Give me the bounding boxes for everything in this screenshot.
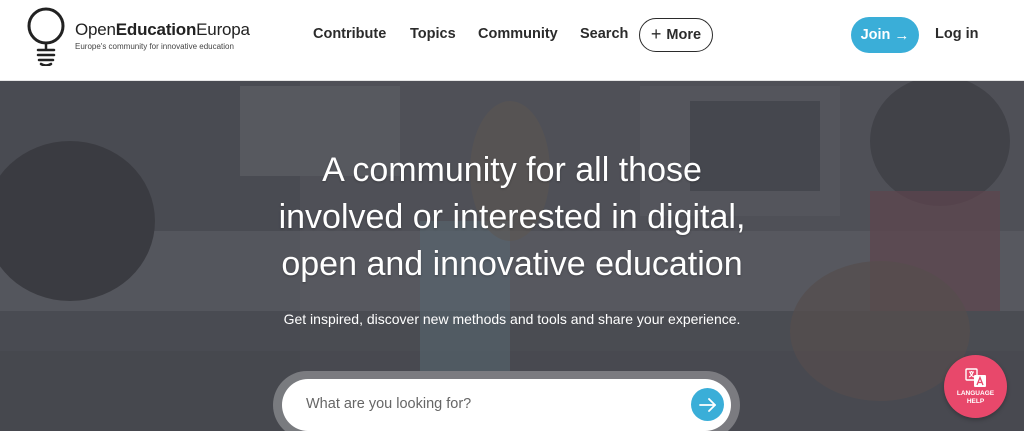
nav-item-contribute[interactable]: Contribute — [313, 26, 386, 42]
search-submit-button[interactable] — [691, 388, 724, 421]
hero-title: A community for all those involved or in… — [212, 147, 812, 288]
search-container — [273, 371, 740, 431]
hero-title-line: A community for all those — [322, 151, 702, 189]
search-box — [282, 379, 731, 431]
arrow-right-icon — [698, 397, 716, 412]
translate-icon — [964, 367, 986, 387]
more-button[interactable]: + More — [639, 18, 713, 52]
hero-subtitle: Get inspired, discover new methods and t… — [283, 311, 741, 327]
nav-item-search[interactable]: Search — [580, 26, 628, 42]
lightbulb-logo-icon — [27, 7, 65, 66]
nav-item-community[interactable]: Community — [478, 26, 558, 42]
site-header: OpenEducationEuropa Europe's community f… — [0, 0, 1024, 81]
brand-name: OpenEducationEuropa — [75, 20, 250, 39]
site-logo[interactable]: OpenEducationEuropa Europe's community f… — [26, 6, 256, 68]
hero-title-line: open and innovative education — [281, 245, 743, 283]
join-button[interactable]: Join → — [851, 17, 919, 53]
hero-section: A community for all those involved or in… — [0, 81, 1024, 431]
plus-icon: + — [650, 24, 662, 44]
arrow-right-icon: → — [894, 26, 910, 44]
more-label: More — [666, 27, 702, 43]
join-label: Join — [860, 27, 891, 43]
language-help-button[interactable]: LANGUAGE HELP — [944, 355, 1007, 418]
search-input[interactable] — [306, 393, 676, 415]
nav-item-topics[interactable]: Topics — [410, 26, 456, 42]
login-link[interactable]: Log in — [935, 26, 979, 42]
language-help-label: LANGUAGE HELP — [956, 389, 995, 405]
brand-tagline: Europe's community for innovative educat… — [75, 42, 234, 51]
hero-title-line: involved or interested in digital, — [278, 198, 746, 236]
